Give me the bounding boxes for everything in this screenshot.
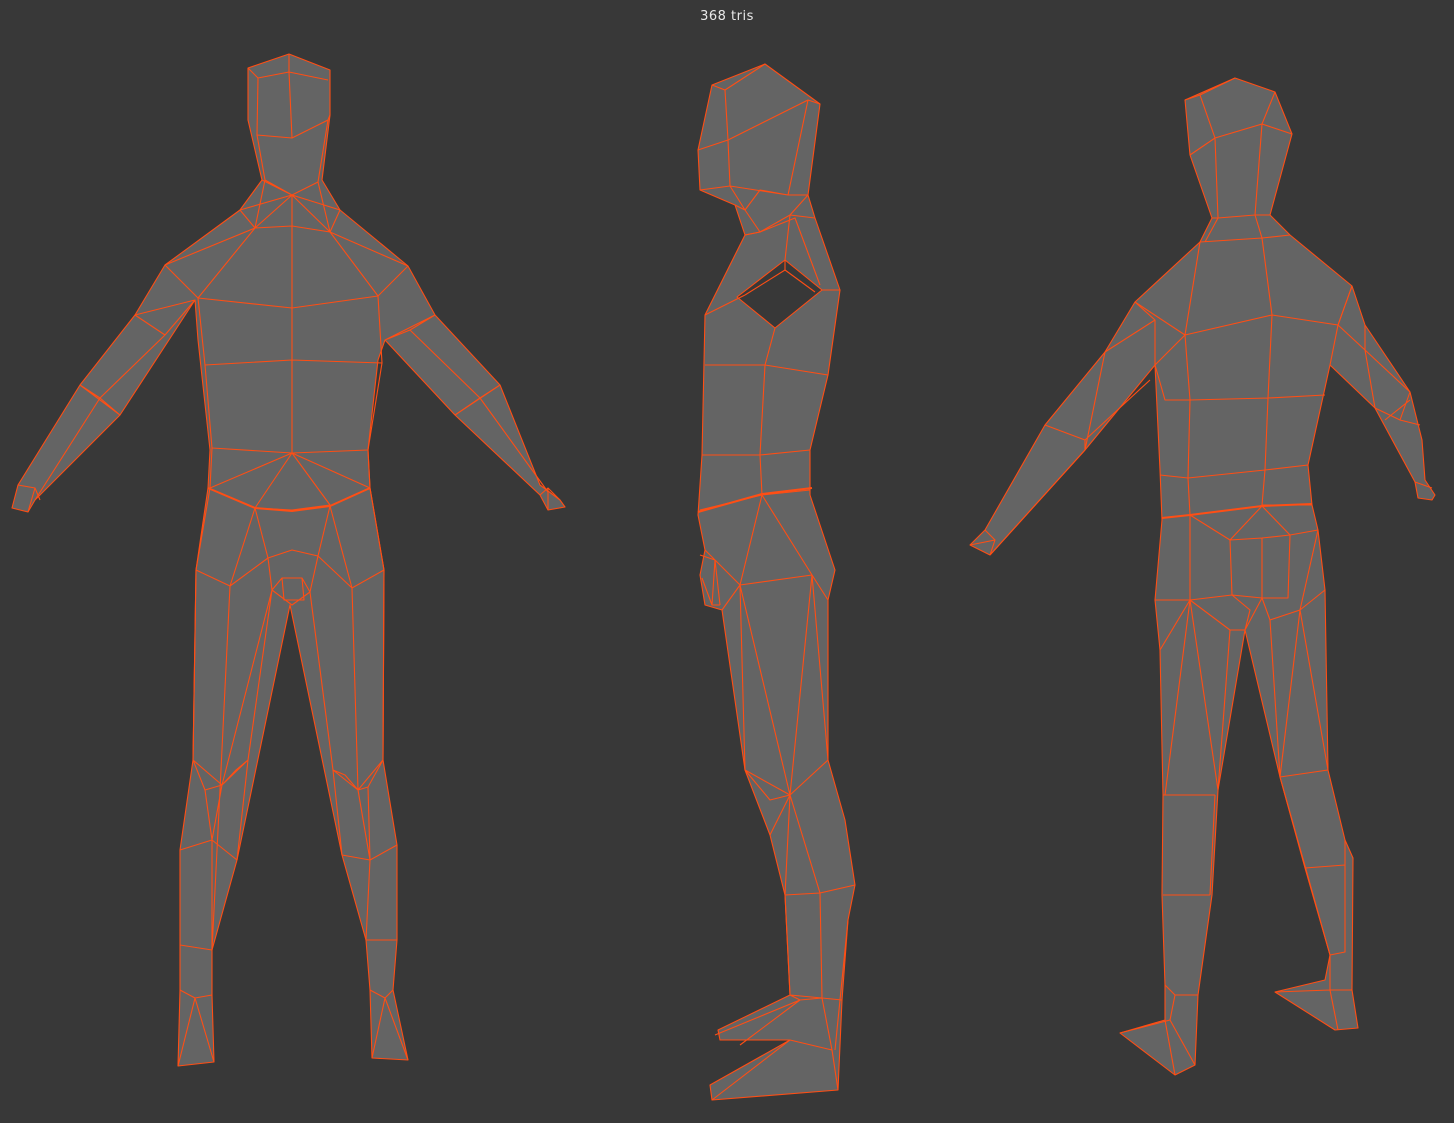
side-view-mesh[interactable] — [697, 63, 856, 1101]
front-view-mesh[interactable] — [11, 53, 566, 1067]
3d-viewport[interactable]: 368 tris — [0, 0, 1454, 1123]
back-view-mesh[interactable] — [969, 77, 1436, 1076]
mesh-canvas[interactable] — [0, 0, 1454, 1123]
